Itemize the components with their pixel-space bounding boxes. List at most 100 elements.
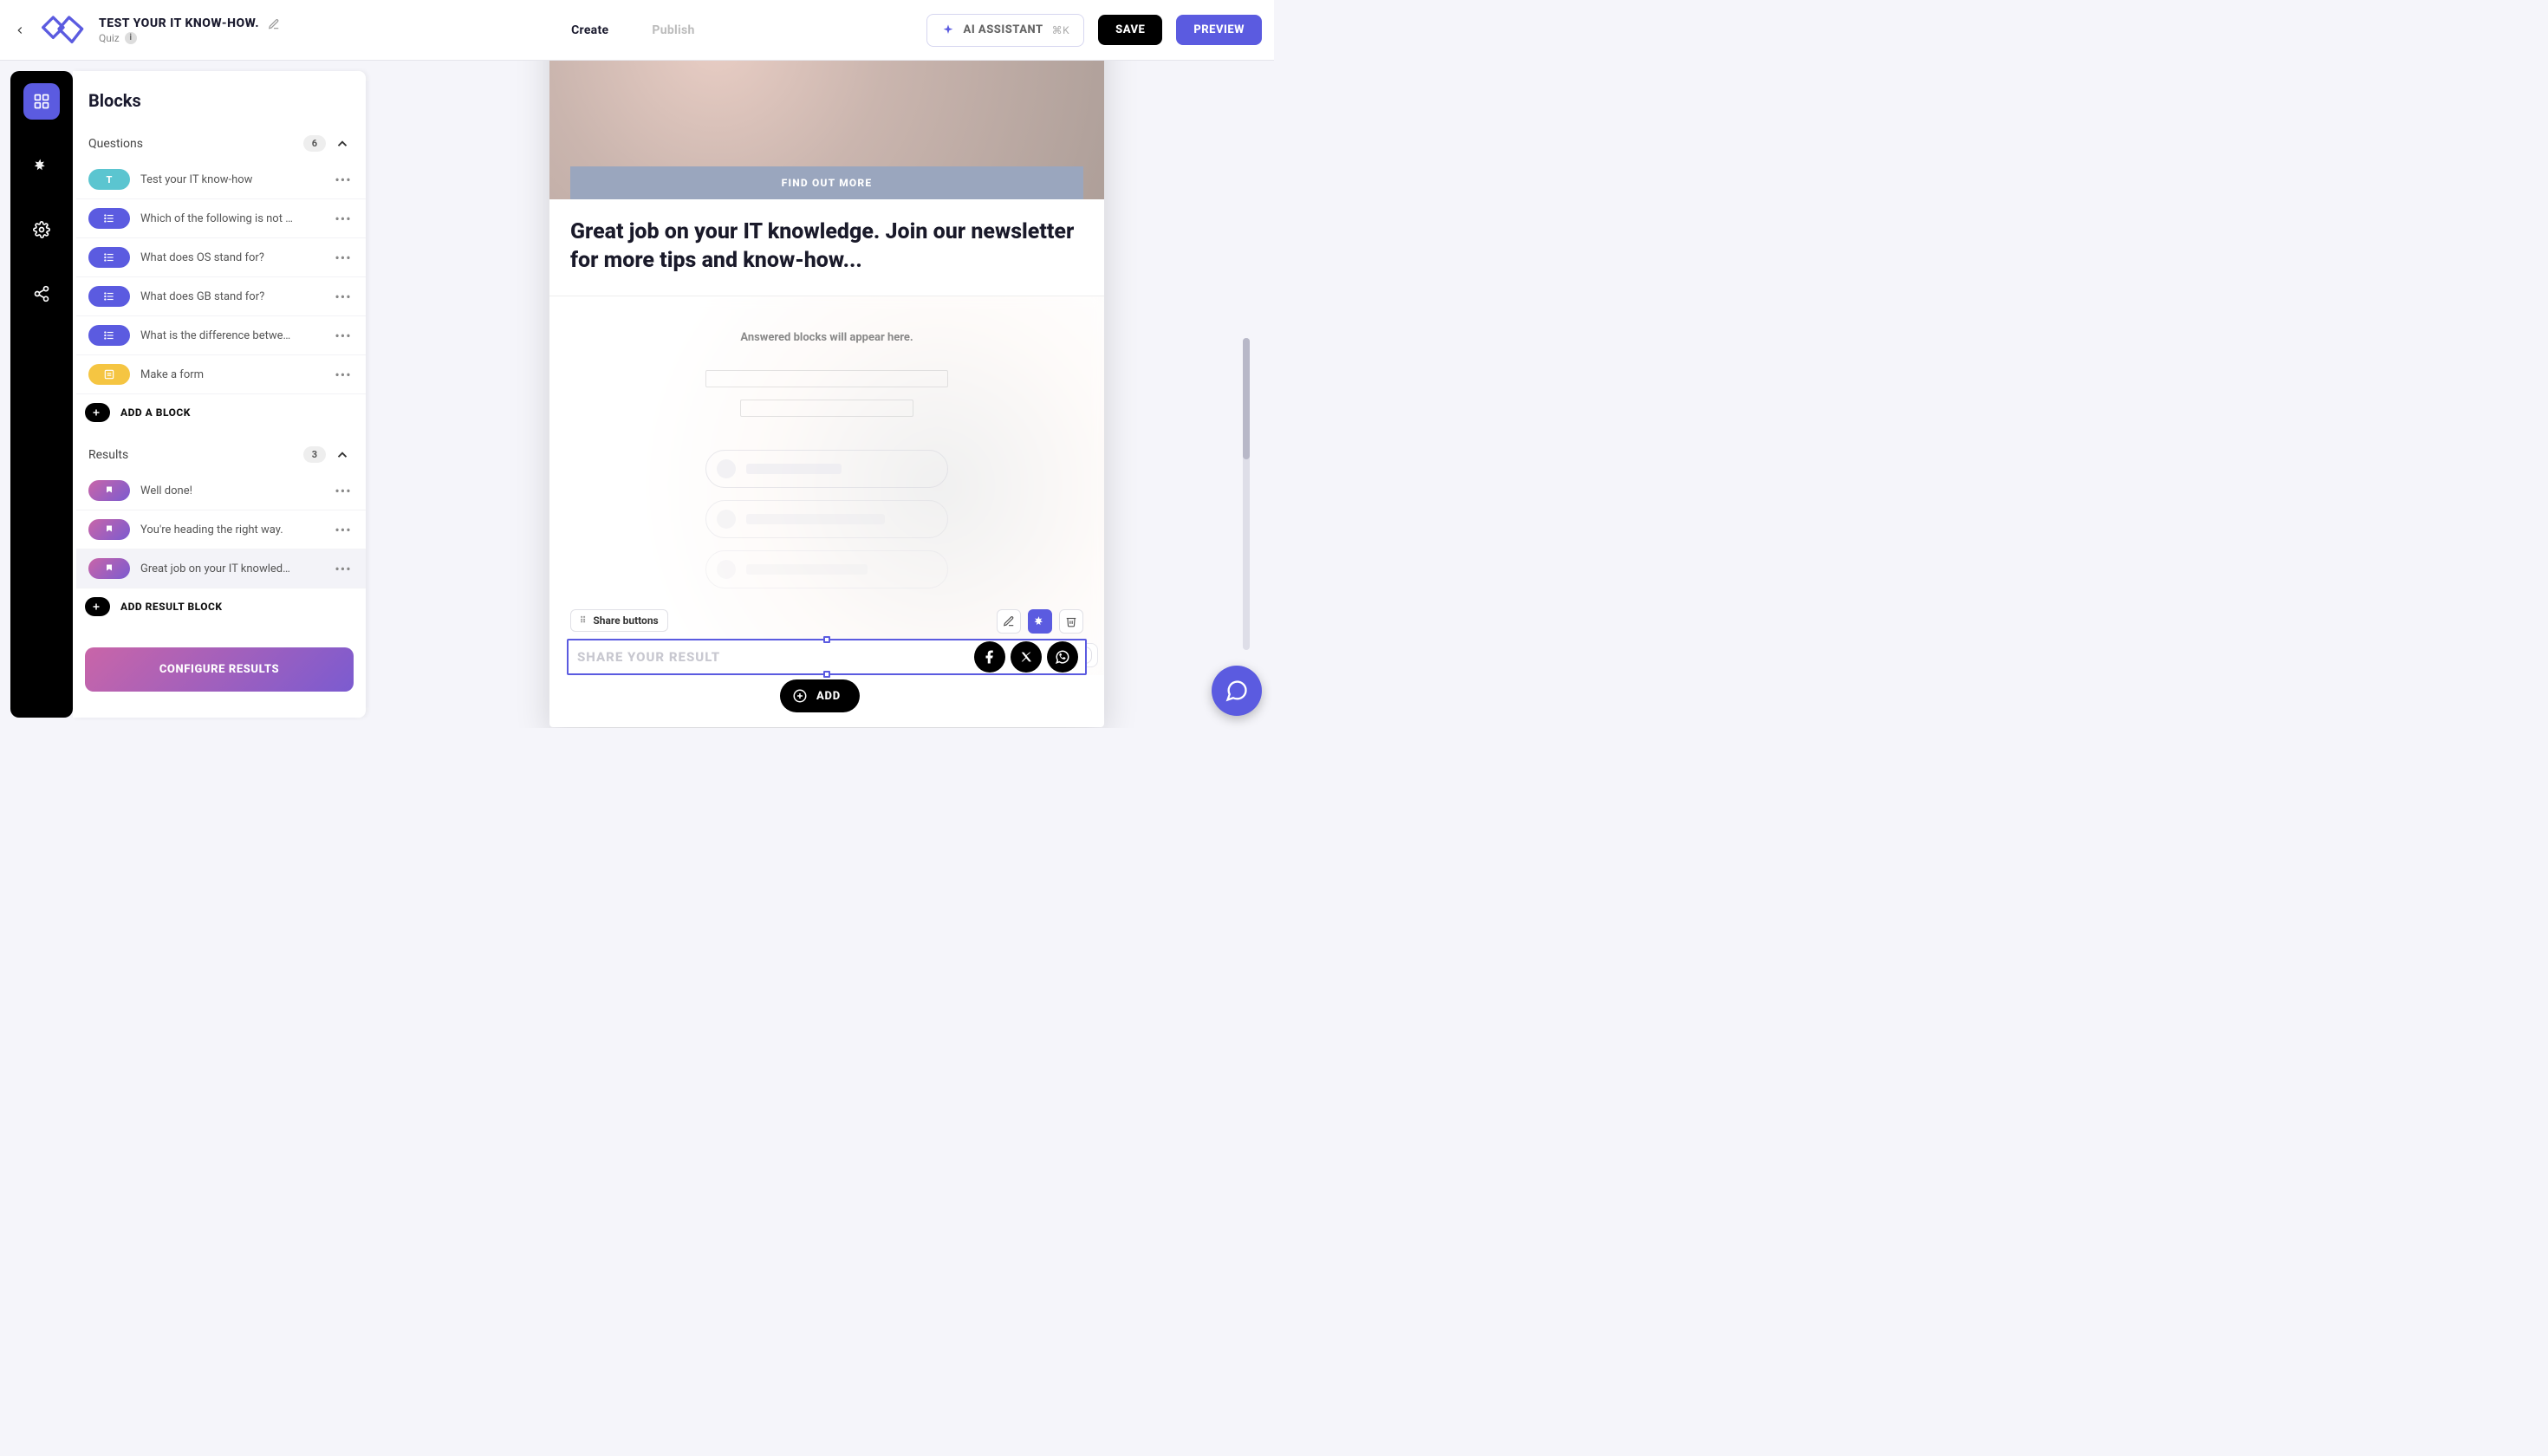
title-block-icon: T <box>88 169 130 190</box>
blocks-panel: Blocks Questions 6 T Test your IT know-h… <box>73 71 366 718</box>
more-icon[interactable]: ••• <box>333 289 354 305</box>
question-block-item[interactable]: What does GB stand for? ••• <box>76 277 366 316</box>
preview-button[interactable]: PREVIEW <box>1176 15 1262 45</box>
sparkle-icon <box>941 23 955 37</box>
share-buttons-label: Share buttons <box>593 614 658 627</box>
block-label: What is the difference betwe… <box>140 329 333 342</box>
multichoice-block-icon <box>88 325 130 346</box>
question-block-title[interactable]: T Test your IT know-how ••• <box>76 160 366 199</box>
ghost-option <box>705 500 948 538</box>
multichoice-block-icon <box>88 247 130 268</box>
app-logo-icon[interactable] <box>42 9 85 52</box>
ghost-option <box>705 550 948 588</box>
plus-icon <box>85 597 110 616</box>
question-block-item[interactable]: What does OS stand for? ••• <box>76 238 366 277</box>
project-type-label: Quiz <box>99 32 120 44</box>
result-block-item[interactable]: Well done! ••• <box>76 471 366 510</box>
question-block-form[interactable]: Make a form ••• <box>76 355 366 394</box>
chat-bubble-button[interactable] <box>1212 666 1262 716</box>
questions-label: Questions <box>88 137 143 151</box>
multichoice-block-icon <box>88 286 130 307</box>
block-label: Well done! <box>140 484 333 497</box>
more-icon[interactable]: ••• <box>333 561 354 577</box>
save-button[interactable]: SAVE <box>1098 15 1162 45</box>
ai-assistant-button[interactable]: AI ASSISTANT ⌘K <box>926 14 1085 47</box>
chevron-up-icon <box>335 447 350 463</box>
nav-publish[interactable]: Publish <box>652 23 694 37</box>
block-label: What does GB stand for? <box>140 290 333 303</box>
results-count: 3 <box>303 446 326 463</box>
ghost-option <box>705 450 948 488</box>
more-icon[interactable]: ••• <box>333 522 354 538</box>
multichoice-block-icon <box>88 208 130 229</box>
block-label: Which of the following is not … <box>140 212 333 225</box>
more-icon[interactable]: ••• <box>333 211 354 227</box>
canvas-add-button[interactable]: ADD <box>780 679 860 712</box>
configure-results-button[interactable]: CONFIGURE RESULTS <box>85 647 354 692</box>
edit-element-button[interactable] <box>997 609 1021 634</box>
hero-image[interactable]: FIND OUT MORE <box>549 61 1104 199</box>
back-button[interactable] <box>12 23 28 38</box>
left-rail <box>10 71 73 718</box>
delete-element-button[interactable] <box>1059 609 1083 634</box>
panel-title: Blocks <box>73 71 366 127</box>
find-out-more-button[interactable]: FIND OUT MORE <box>570 166 1083 199</box>
result-headline[interactable]: Great job on your IT knowledge. Join our… <box>549 199 1104 285</box>
canvas-add-label: ADD <box>816 690 841 703</box>
add-result-button[interactable]: ADD RESULT BLOCK <box>73 588 366 632</box>
block-label: What does OS stand for? <box>140 251 333 264</box>
question-block-item[interactable]: Which of the following is not … ••• <box>76 199 366 238</box>
topbar: TEST YOUR IT KNOW-HOW. Quiz i Create Pub… <box>0 0 1274 61</box>
more-icon[interactable]: ••• <box>333 250 354 266</box>
result-block-item[interactable]: You're heading the right way. ••• <box>76 510 366 549</box>
ghost-bar <box>740 400 913 417</box>
result-card: FIND OUT MORE Great job on your IT knowl… <box>549 61 1104 727</box>
drag-handle-icon[interactable]: ⠿ <box>580 616 586 626</box>
plus-icon <box>85 403 110 422</box>
question-block-item[interactable]: What is the difference betwe… ••• <box>76 316 366 355</box>
resize-handle-top[interactable] <box>823 636 830 643</box>
add-block-button[interactable]: ADD A BLOCK <box>73 394 366 438</box>
add-block-label: ADD A BLOCK <box>120 406 191 419</box>
rail-design-icon[interactable] <box>23 147 60 184</box>
answered-placeholder-text: Answered blocks will appear here. <box>570 331 1083 344</box>
chevron-up-icon <box>335 136 350 152</box>
share-placeholder-text: SHARE YOUR RESULT <box>577 649 720 665</box>
whatsapp-share-icon[interactable] <box>1047 641 1078 673</box>
page-title: TEST YOUR IT KNOW-HOW. <box>99 16 259 30</box>
rail-blocks-icon[interactable] <box>23 83 60 120</box>
result-block-icon <box>88 519 130 540</box>
questions-count: 6 <box>303 135 326 152</box>
results-label: Results <box>88 448 128 462</box>
more-icon[interactable]: ••• <box>333 483 354 499</box>
resize-handle-bottom[interactable] <box>823 671 830 678</box>
result-block-icon <box>88 480 130 501</box>
rail-settings-icon[interactable] <box>23 211 60 248</box>
x-share-icon[interactable] <box>1011 641 1042 673</box>
info-icon[interactable]: i <box>125 32 137 44</box>
result-block-icon <box>88 558 130 579</box>
results-section-header[interactable]: Results 3 <box>73 438 366 471</box>
questions-section-header[interactable]: Questions 6 <box>73 127 366 160</box>
ghost-bar <box>705 370 948 387</box>
share-result-element[interactable]: SHARE YOUR RESULT <box>567 639 1087 675</box>
facebook-share-icon[interactable] <box>974 641 1005 673</box>
nav-create[interactable]: Create <box>571 23 608 37</box>
more-icon[interactable]: ••• <box>333 172 354 188</box>
scrollbar-track[interactable] <box>1243 338 1250 650</box>
result-block-item-selected[interactable]: Great job on your IT knowled… ••• <box>76 549 366 588</box>
more-icon[interactable]: ••• <box>333 328 354 344</box>
edit-title-icon[interactable] <box>268 17 280 29</box>
form-block-icon <box>88 364 130 385</box>
block-label: Make a form <box>140 368 333 381</box>
style-element-button[interactable] <box>1028 609 1052 634</box>
block-label: Great job on your IT knowled… <box>140 562 333 575</box>
block-label: You're heading the right way. <box>140 523 333 536</box>
scrollbar-thumb[interactable] <box>1243 338 1250 459</box>
ai-assistant-shortcut: ⌘K <box>1052 24 1070 36</box>
share-buttons-chip[interactable]: ⠿ Share buttons <box>570 609 668 632</box>
rail-share-icon[interactable] <box>23 276 60 312</box>
add-result-label: ADD RESULT BLOCK <box>120 601 223 613</box>
more-icon[interactable]: ••• <box>333 367 354 383</box>
canvas: FIND OUT MORE Great job on your IT knowl… <box>366 61 1274 728</box>
